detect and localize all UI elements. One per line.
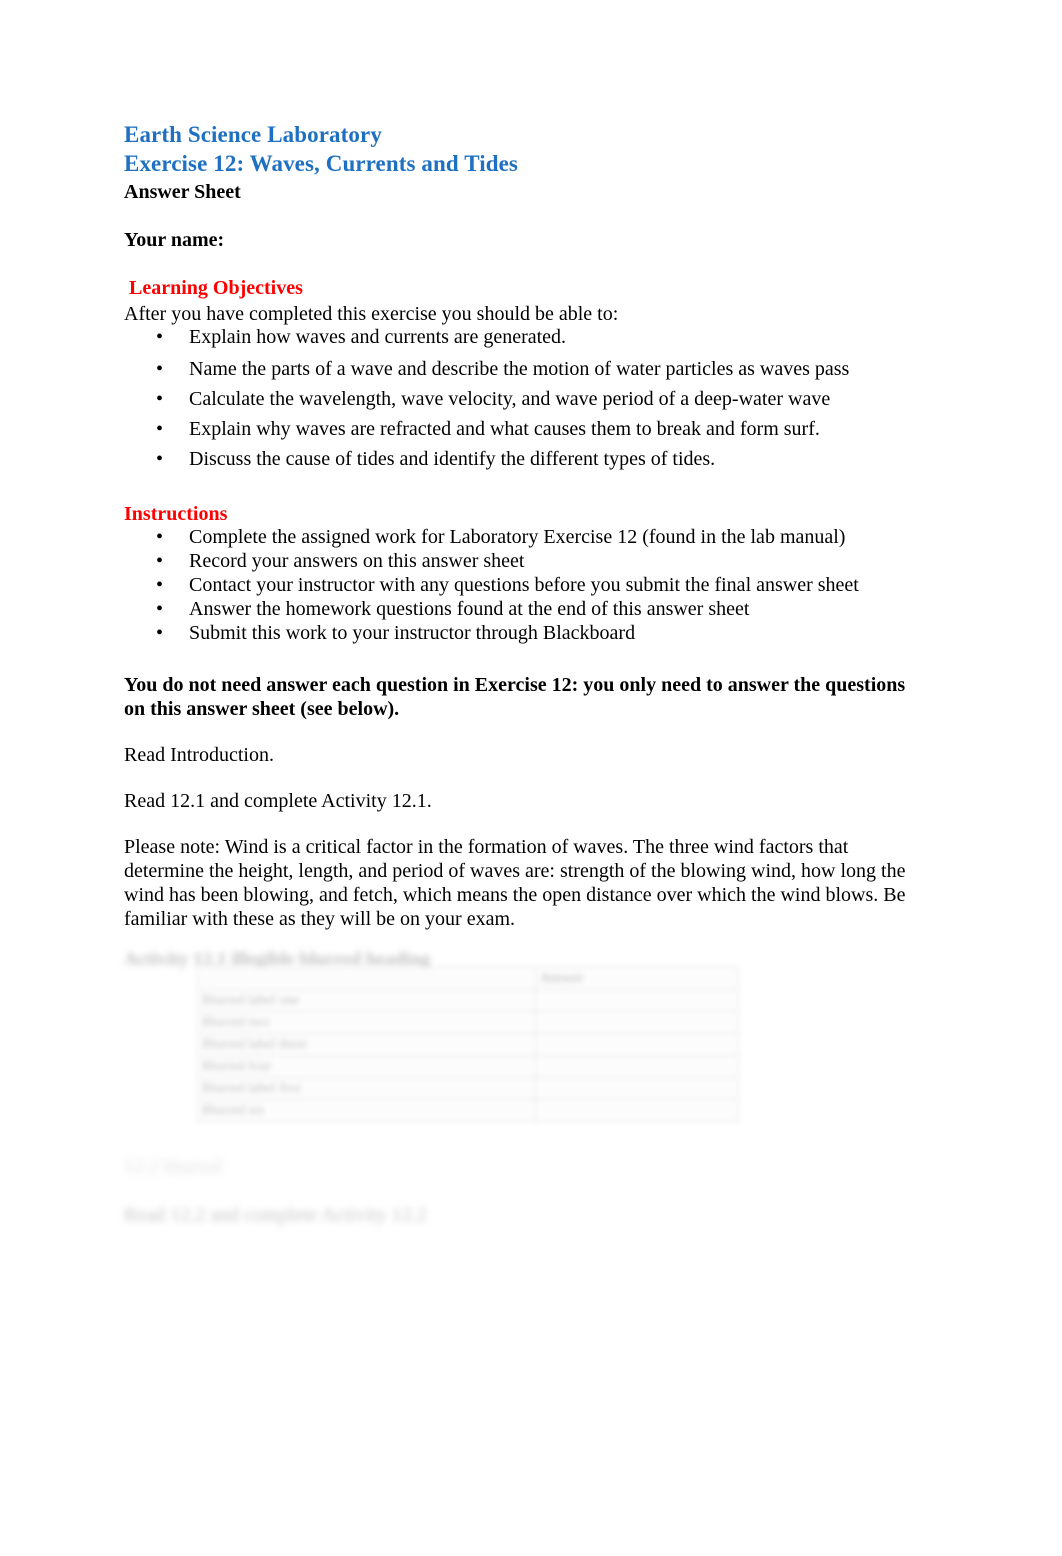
instructions-list: • Complete the assigned work for Laborato… [124, 527, 924, 644]
learning-objectives-heading: Learning Objectives [129, 277, 303, 299]
document-type-label: Answer Sheet [124, 181, 241, 203]
list-item-label: Contact your instructor with any questio… [189, 574, 859, 596]
list-item: • Explain how waves and currents are gene… [124, 327, 924, 348]
table-cell-label: Blurred label one [197, 989, 536, 1012]
list-item: • Answer the homework questions found at … [124, 599, 924, 620]
list-item-label: Explain why waves are refracted and what… [189, 418, 820, 440]
table-cell-label: Blurred label three [197, 1033, 536, 1056]
bullet-icon: • [156, 622, 164, 644]
bullet-icon: • [156, 448, 164, 470]
table-row: Blurred label three [197, 1033, 739, 1056]
table-cell-answer[interactable] [535, 1055, 739, 1078]
list-item: • Calculate the wavelength, wave velocity… [124, 389, 924, 410]
table-row: Blurred six [197, 1099, 739, 1122]
list-item: • Name the parts of a wave and describe t… [124, 359, 924, 380]
table-row: Blurred label five [197, 1077, 739, 1100]
instructions-heading: Instructions [124, 503, 228, 525]
list-item-label: Record your answers on this answer sheet [189, 550, 525, 572]
table-head: Answer [197, 967, 739, 990]
list-item: • Explain why waves are refracted and wha… [124, 419, 924, 440]
list-item: • Discuss the cause of tides and identify… [124, 449, 924, 470]
table-body: Blurred label one Blurred two Blurred la… [197, 989, 739, 1122]
list-item-label: Complete the assigned work for Laborator… [189, 526, 846, 548]
table-column-header: Answer [535, 967, 739, 990]
list-item-label: Explain how waves and currents are gener… [189, 326, 567, 348]
table-cell-answer[interactable] [535, 1011, 739, 1034]
table-row: Blurred two [197, 1011, 739, 1034]
your-name-label: Your name: [124, 229, 225, 251]
list-item-label: Submit this work to your instructor thro… [189, 622, 636, 644]
list-item: • Submit this work to your instructor thr… [124, 623, 924, 644]
bullet-icon: • [156, 388, 164, 410]
table-column-header [197, 967, 536, 990]
list-item: • Record your answers on this answer shee… [124, 551, 924, 572]
document-body: Earth Science Laboratory Exercise 12: Wa… [124, 120, 924, 931]
bullet-icon: • [156, 326, 164, 348]
learning-objectives-list: • Explain how waves and currents are gene… [124, 327, 924, 470]
bullet-icon: • [156, 526, 164, 548]
table-header-row: Answer [197, 967, 739, 990]
table-cell-label: Blurred four [197, 1055, 536, 1078]
learning-objectives-intro: After you have completed this exercise y… [124, 303, 619, 325]
table-cell-answer[interactable] [535, 1077, 739, 1100]
notice-paragraph: You do not need answer each question in … [124, 674, 906, 720]
list-item: • Complete the assigned work for Laborato… [124, 527, 924, 548]
read-activity-line: Read 12.1 and complete Activity 12.1. [124, 790, 432, 812]
page-subtitle: Exercise 12: Waves, Currents and Tides [124, 151, 518, 176]
list-item-label: Answer the homework questions found at t… [189, 598, 750, 620]
bullet-icon: • [156, 598, 164, 620]
bullet-icon: • [156, 574, 164, 596]
list-item-label: Name the parts of a wave and describe th… [189, 358, 850, 380]
answer-table: Answer Blurred label one Blurred two Blu… [197, 967, 739, 1122]
bullet-icon: • [156, 358, 164, 380]
bullet-icon: • [156, 418, 164, 440]
table-cell-label: Blurred label five [197, 1077, 536, 1100]
trailing-heading-obscured: 12.2 blurred [124, 1156, 222, 1178]
read-introduction-line: Read Introduction. [124, 744, 274, 766]
page-title: Earth Science Laboratory [124, 122, 382, 147]
list-item-label: Calculate the wavelength, wave velocity,… [189, 388, 831, 410]
table-cell-answer[interactable] [535, 989, 739, 1012]
table-cell-label: Blurred two [197, 1011, 536, 1034]
table-row: Blurred four [197, 1055, 739, 1078]
trailing-line-obscured: Read 12.2 and complete Activity 12.2 [124, 1204, 427, 1226]
table-cell-answer[interactable] [535, 1033, 739, 1056]
list-item-label: Discuss the cause of tides and identify … [189, 448, 716, 470]
table-row: Blurred label one [197, 989, 739, 1012]
list-item: • Contact your instructor with any questi… [124, 575, 924, 596]
table-cell-answer[interactable] [535, 1099, 739, 1122]
table-cell-label: Blurred six [197, 1099, 536, 1122]
bullet-icon: • [156, 550, 164, 572]
please-note-paragraph: Please note: Wind is a critical factor i… [124, 836, 906, 930]
answer-table-container: Answer Blurred label one Blurred two Blu… [197, 967, 739, 1122]
document-page: Earth Science Laboratory Exercise 12: Wa… [0, 0, 1062, 1556]
